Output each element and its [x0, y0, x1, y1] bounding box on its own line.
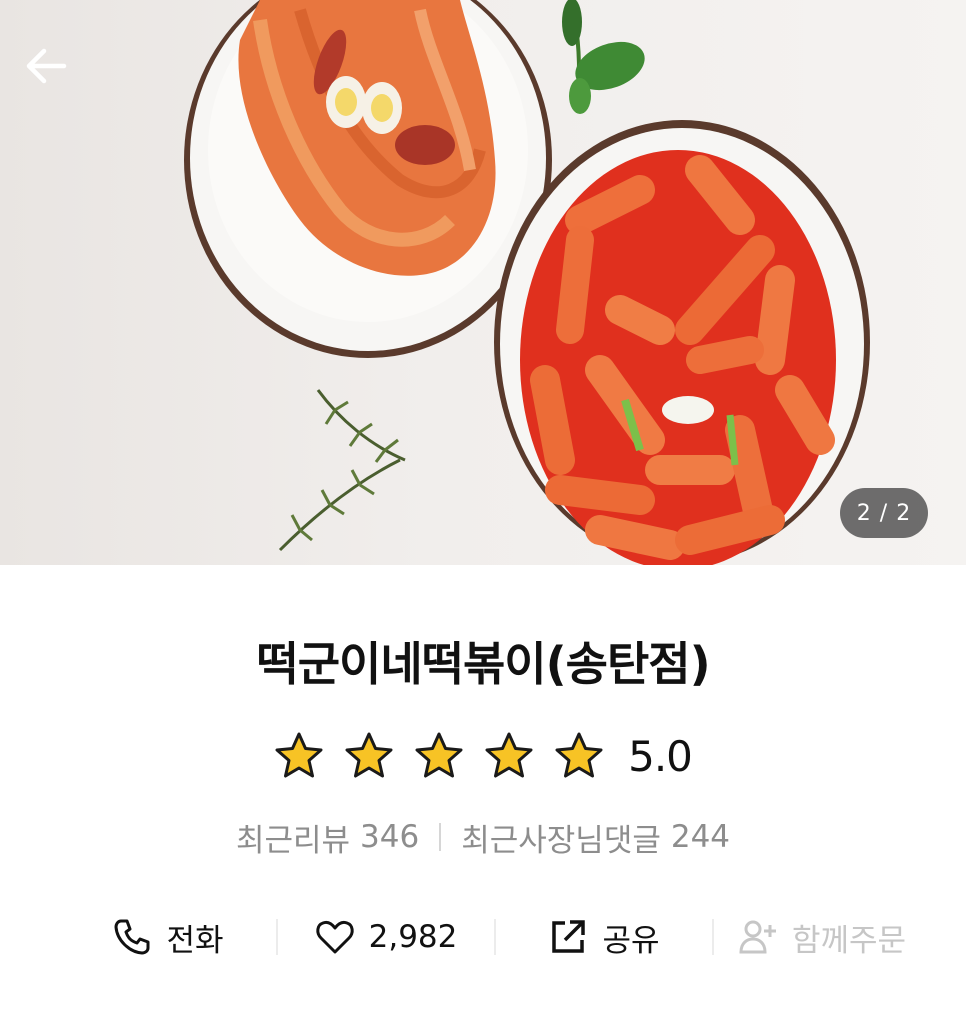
owner-replies-label: 최근사장님댓글	[461, 822, 661, 859]
owner-replies-count: 244	[670, 819, 731, 855]
phone-icon	[114, 919, 150, 955]
star-icon	[345, 732, 393, 778]
divider	[439, 823, 442, 851]
star-icon	[555, 732, 603, 778]
share-label: 공유	[602, 922, 660, 959]
recent-reviews-label: 최근리뷰	[235, 822, 351, 859]
star-icon	[275, 732, 323, 778]
image-counter: 2 / 2	[840, 488, 928, 538]
share-button[interactable]: 공유	[496, 902, 712, 972]
star-icon	[415, 732, 463, 778]
arrow-left-icon	[26, 48, 67, 84]
like-count: 2,982	[368, 919, 458, 955]
call-label: 전화	[166, 922, 224, 959]
star-icon	[485, 732, 533, 778]
group-order-label: 함께주문	[791, 922, 907, 959]
rating-score: 5.0	[628, 731, 693, 781]
group-order-button[interactable]: 함께주문	[714, 902, 930, 972]
recent-reviews-count: 346	[360, 819, 420, 855]
food-photo-illustration	[184, 0, 870, 565]
star-rating	[274, 731, 604, 781]
back-button[interactable]	[24, 46, 96, 106]
add-person-icon	[739, 920, 776, 954]
store-name: 떡군이네떡볶이(송탄점)	[256, 637, 710, 691]
heart-icon	[315, 920, 354, 954]
store-photo[interactable]: 2 / 2	[0, 0, 966, 565]
share-icon	[552, 920, 586, 953]
rating-row: 5.0	[0, 726, 966, 786]
action-bar: 전화 2,982 공유 함께주문	[60, 902, 930, 972]
like-button[interactable]: 2,982	[278, 902, 494, 972]
call-button[interactable]: 전화	[60, 902, 276, 972]
review-stats[interactable]: 최근리뷰 346 최근사장님댓글 244	[0, 814, 966, 860]
